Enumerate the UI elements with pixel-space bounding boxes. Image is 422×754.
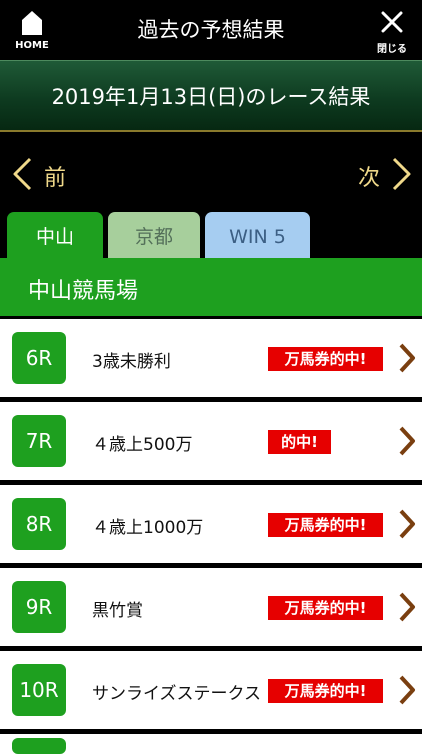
race-row-next[interactable] bbox=[0, 734, 422, 754]
chevron-left-icon bbox=[13, 157, 32, 191]
tab-kyoto[interactable]: 京都 bbox=[108, 212, 200, 260]
result-badge: 万馬券的中! bbox=[268, 347, 383, 371]
venue-header: 中山競馬場 bbox=[0, 258, 422, 316]
next-button[interactable]: 次 bbox=[334, 156, 414, 192]
race-row-8r[interactable]: 8R ４歳上1000万 万馬券的中! bbox=[0, 485, 422, 563]
chevron-right-icon bbox=[399, 675, 415, 705]
date-banner: 2019年1月13日(日)のレース結果 bbox=[0, 60, 422, 132]
result-badge: 的中! bbox=[268, 430, 331, 454]
race-name: サンライズステークス bbox=[92, 684, 261, 704]
tab-nakayama[interactable]: 中山 bbox=[7, 212, 103, 260]
race-name: 3歳未勝利 bbox=[92, 352, 171, 372]
race-name: ４歳上1000万 bbox=[92, 518, 204, 538]
chevron-right-icon bbox=[392, 157, 411, 191]
page-title: 過去の予想結果 bbox=[137, 18, 285, 42]
race-name: ４歳上500万 bbox=[92, 435, 193, 455]
chevron-right-icon bbox=[399, 592, 415, 622]
close-label: 閉じる bbox=[377, 44, 407, 55]
header-bar: HOME 過去の予想結果 閉じる bbox=[0, 0, 422, 60]
prev-label: 前 bbox=[44, 166, 67, 191]
venue-title: 中山競馬場 bbox=[28, 279, 139, 304]
race-number-badge: 6R bbox=[12, 332, 66, 384]
result-badge: 万馬券的中! bbox=[268, 679, 383, 703]
tab-win5[interactable]: WIN 5 bbox=[205, 212, 310, 260]
result-badge: 万馬券的中! bbox=[268, 513, 383, 537]
race-row-7r[interactable]: 7R ４歳上500万 的中! bbox=[0, 402, 422, 480]
race-number-badge: 9R bbox=[12, 581, 66, 633]
race-name: 黒竹賞 bbox=[92, 601, 143, 621]
close-button[interactable]: 閉じる bbox=[372, 8, 412, 55]
race-row-9r[interactable]: 9R 黒竹賞 万馬券的中! bbox=[0, 568, 422, 646]
next-label: 次 bbox=[357, 166, 380, 191]
venue-tabs: 中山 京都 WIN 5 bbox=[0, 212, 422, 260]
date-navigation: 前 次 bbox=[0, 134, 422, 214]
close-icon bbox=[381, 11, 403, 33]
chevron-right-icon bbox=[399, 426, 415, 456]
race-number-badge: 10R bbox=[12, 664, 66, 716]
race-row-6r[interactable]: 6R 3歳未勝利 万馬券的中! bbox=[0, 319, 422, 397]
chevron-right-icon bbox=[399, 509, 415, 539]
result-badge: 万馬券的中! bbox=[268, 596, 383, 620]
date-title: 2019年1月13日(日)のレース結果 bbox=[51, 85, 371, 109]
race-number-badge: 8R bbox=[12, 498, 66, 550]
home-label: HOME bbox=[15, 40, 49, 51]
race-number-badge bbox=[12, 738, 66, 754]
home-icon bbox=[22, 11, 42, 35]
chevron-right-icon bbox=[399, 343, 415, 373]
home-button[interactable]: HOME bbox=[10, 8, 54, 54]
prev-button[interactable]: 前 bbox=[10, 156, 90, 192]
race-row-10r[interactable]: 10R サンライズステークス 万馬券的中! bbox=[0, 651, 422, 729]
race-number-badge: 7R bbox=[12, 415, 66, 467]
